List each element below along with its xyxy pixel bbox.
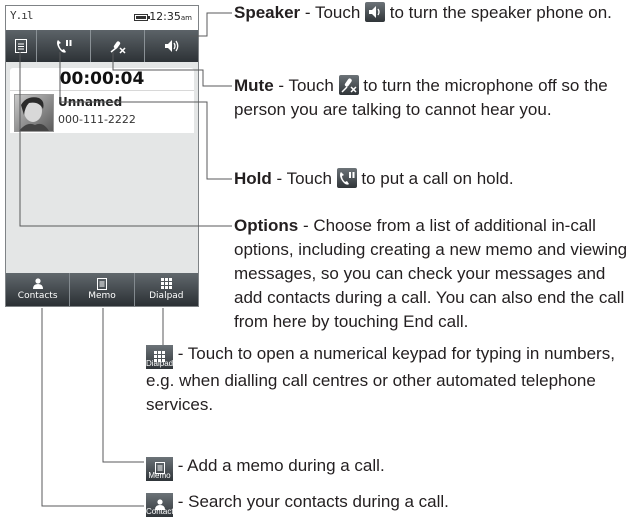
- hold-description: Hold - Touch to put a call on hold.: [234, 168, 514, 188]
- options-title: Options: [234, 216, 299, 235]
- contacts-description: Contacts - Search your contacts during a…: [146, 492, 449, 517]
- dialpad-description: Dialpad - Touch to open a numerical keyp…: [146, 344, 615, 414]
- options-leader: [19, 52, 232, 227]
- memo-leader: [102, 308, 144, 463]
- speaker-leader: [190, 12, 232, 37]
- hold-phone-icon: [336, 168, 357, 188]
- mute-description: Mute - Touch to turn the microphone off …: [234, 75, 608, 119]
- memo-icon: Memo: [146, 457, 173, 481]
- speaker-title: Speaker: [234, 3, 301, 22]
- contact-icon: Contacts: [146, 493, 178, 517]
- options-description: Options - Choose from a list of addition…: [234, 216, 628, 331]
- contacts-leader: [41, 308, 144, 507]
- speaker-icon: [365, 2, 386, 22]
- mute-leader: [112, 52, 232, 87]
- hold-title: Hold: [234, 169, 272, 188]
- memo-description: Memo - Add a memo during a call.: [146, 454, 616, 481]
- mute-title: Mute: [234, 76, 274, 95]
- mic-off-icon: [338, 75, 359, 95]
- speaker-description: Speaker - Touch to turn the speaker phon…: [234, 2, 612, 22]
- dialpad-icon: Dialpad: [146, 345, 173, 369]
- hold-leader: [59, 52, 232, 180]
